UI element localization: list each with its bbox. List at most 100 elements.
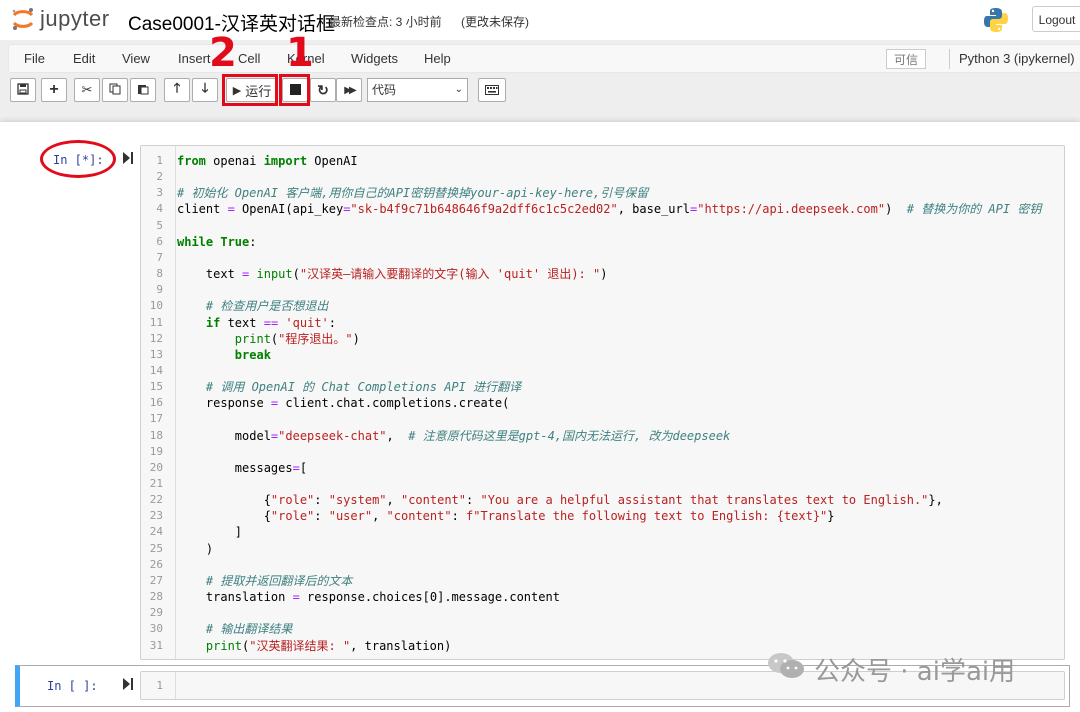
jupyter-wordmark: jupyter	[40, 6, 110, 31]
line-number: 31	[149, 638, 163, 652]
code-text: # 调用 OpenAI 的 Chat Completions API 进行翻译	[205, 380, 522, 395]
code-text: text = input("汉译英—请输入要翻译的文字(输入 'quit' 退出…	[177, 267, 608, 282]
annotation-number-1: 1	[286, 30, 314, 76]
line-number: 19	[149, 444, 163, 458]
line-number: 24	[149, 525, 163, 539]
trusted-indicator[interactable]: 可信	[886, 49, 926, 69]
kernel-divider	[949, 49, 950, 69]
line-number: 17	[149, 412, 163, 426]
fast-forward-icon: ▶▶	[344, 84, 357, 96]
run-cell-icon-2[interactable]	[123, 678, 133, 693]
code-text: translation = response.choices[0].messag…	[177, 590, 560, 605]
menu-help[interactable]: Help	[424, 51, 451, 66]
line-number: 30	[149, 622, 163, 636]
line-number: 1	[156, 679, 163, 692]
restart-kernel-button[interactable]: ↻	[310, 78, 336, 102]
code-text: ]	[177, 525, 243, 540]
autosave-status: (更改未保存)	[461, 15, 529, 29]
insert-cell-button[interactable]: +	[41, 78, 67, 102]
save-icon	[17, 82, 29, 98]
cell-type-value: 代码	[372, 83, 397, 97]
line-number: 25	[149, 541, 163, 555]
keyboard-icon	[485, 83, 499, 98]
code-text: print("汉英翻译结果: ", translation)	[205, 638, 452, 653]
code-text: while True:	[177, 234, 257, 249]
line-number: 26	[149, 557, 163, 571]
menu-edit[interactable]: Edit	[73, 51, 95, 66]
code-text: # 初始化 OpenAI 客户端,用你自己的API密钥替换掉your-api-k…	[177, 186, 649, 201]
line-number: 3	[156, 186, 163, 200]
line-number: 18	[149, 428, 163, 442]
restart-run-all-button[interactable]: ▶▶	[336, 78, 362, 102]
code-text: messages=[	[177, 460, 308, 475]
line-number: 12	[149, 331, 163, 345]
move-up-button[interactable]: 🡑	[164, 78, 190, 102]
code-text: # 输出翻译结果	[205, 622, 293, 637]
arrow-down-icon: 🡓	[201, 80, 209, 95]
line-number: 1	[156, 154, 163, 167]
kernel-name[interactable]: Python 3 (ipykernel)	[959, 51, 1075, 66]
menu-view[interactable]: View	[122, 51, 150, 66]
line-number: 11	[149, 315, 163, 329]
code-text: break	[234, 347, 271, 362]
line-number: 16	[149, 396, 163, 410]
line-number: 27	[149, 573, 163, 587]
code-cell-input[interactable]: 1 from openai import OpenAI 2 3 # 初始化 OpenAI…	[140, 145, 1065, 660]
annotation-box-run	[222, 74, 278, 106]
menu-file[interactable]: File	[24, 51, 45, 66]
menu-widgets[interactable]: Widgets	[351, 51, 398, 66]
code-text: if text == 'quit':	[205, 315, 337, 330]
line-number: 10	[149, 299, 163, 313]
code-text: )	[177, 541, 214, 556]
save-button[interactable]	[10, 78, 36, 102]
line-number: 21	[149, 477, 163, 490]
line-number: 5	[156, 218, 163, 232]
menubar: File Edit View Insert Cell Kernel Widget…	[8, 44, 1080, 73]
line-number: 2	[156, 170, 163, 184]
wechat-icon	[766, 650, 806, 689]
line-number: 15	[149, 380, 163, 394]
command-palette-button[interactable]	[478, 78, 506, 102]
python-icon	[982, 6, 1010, 39]
checkpoint-status: 最新检查点: 3 小时前	[329, 15, 442, 29]
line-number: 9	[156, 283, 163, 297]
arrow-up-icon: 🡑	[173, 80, 181, 95]
scissors-icon: ✂	[81, 82, 93, 97]
move-down-button[interactable]: 🡓	[192, 78, 218, 102]
jupyter-logo[interactable]: jupyter	[10, 6, 110, 32]
toolbar: + ✂ 🡑 🡓 ▶ 运行 ↻ ▶▶ 代码 ⌄	[0, 76, 1080, 106]
copy-icon	[109, 83, 121, 98]
restart-icon: ↻	[317, 81, 329, 98]
code-text: from openai import OpenAI	[177, 154, 358, 168]
cut-button[interactable]: ✂	[74, 78, 100, 102]
annotation-ellipse	[40, 140, 116, 178]
line-number: 6	[156, 234, 163, 248]
menu-cell[interactable]: Cell	[238, 51, 260, 66]
header: jupyter Case0001-汉译英对话框 最新检查点: 3 小时前 (更改…	[0, 0, 1080, 40]
line-number: 28	[149, 590, 163, 604]
line-number: 7	[156, 250, 163, 264]
run-cell-icon[interactable]	[123, 152, 133, 167]
cell-type-select[interactable]: 代码 ⌄	[367, 78, 468, 102]
line-number: 4	[156, 202, 163, 216]
line-number: 20	[149, 460, 163, 474]
plus-icon: +	[49, 81, 59, 98]
watermark: 公众号 · ai学ai用	[766, 650, 1015, 689]
code-text: response = client.chat.completions.creat…	[177, 396, 510, 411]
annotation-number-2: 2	[209, 30, 237, 76]
chevron-down-icon: ⌄	[454, 84, 463, 95]
copy-button[interactable]	[102, 78, 128, 102]
paste-button[interactable]	[130, 78, 156, 102]
code-text: # 提取并返回翻译后的文本	[205, 573, 353, 588]
line-number: 23	[149, 509, 163, 523]
code-text: client = OpenAI(api_key="sk-b4f9c71b6486…	[177, 202, 1042, 217]
watermark-text: 公众号 · ai学ai用	[814, 657, 1016, 687]
code-text: model="deepseek-chat", # 注意原代码这里是gpt-4,国…	[177, 428, 731, 443]
line-number: 14	[149, 363, 163, 377]
line-number: 22	[149, 493, 163, 507]
jupyter-logo-icon	[10, 6, 36, 32]
menu-insert[interactable]: Insert	[178, 51, 211, 66]
logout-button[interactable]: Logout	[1032, 6, 1080, 32]
line-number: 13	[149, 347, 163, 361]
paste-icon	[137, 83, 149, 98]
